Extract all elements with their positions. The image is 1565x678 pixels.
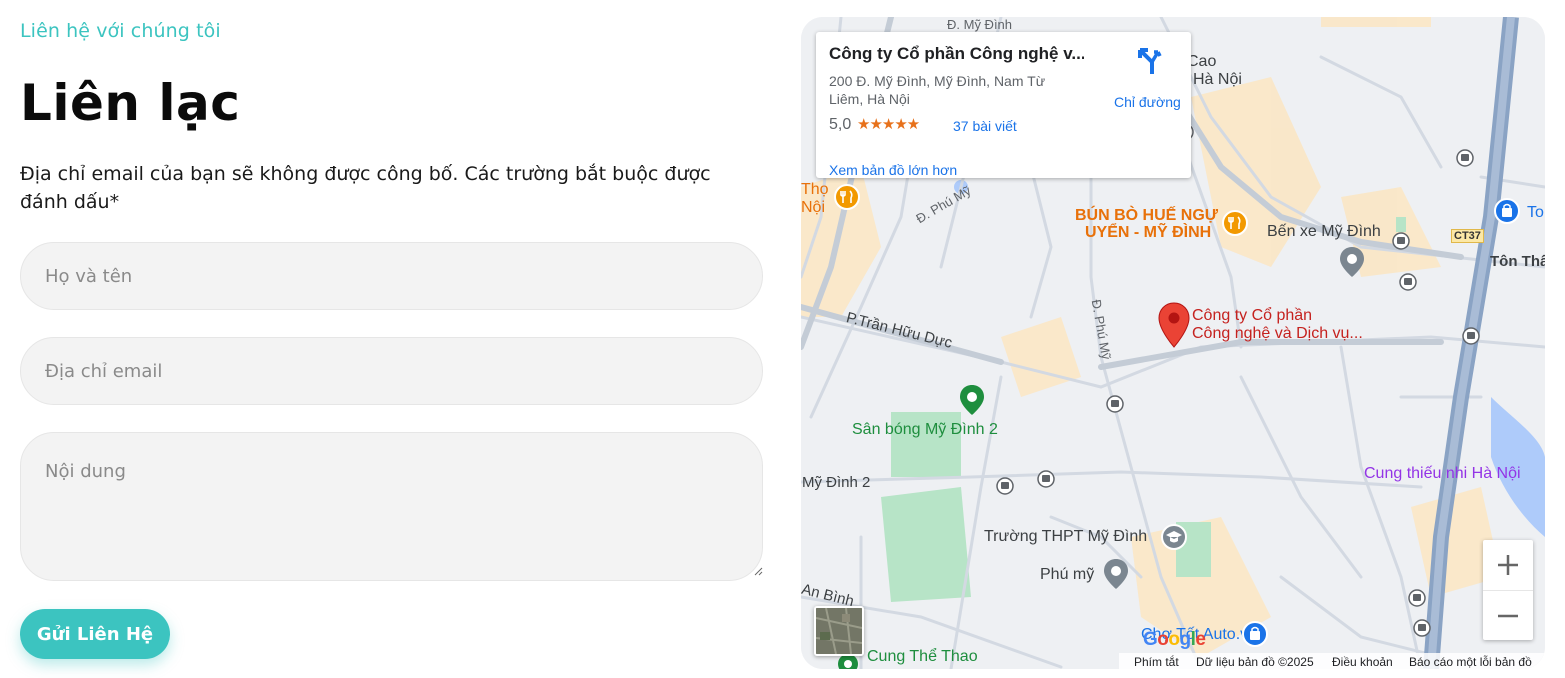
google-logo-letter: o: [1157, 629, 1169, 650]
map-label-cung-the-thao: Cung Thể Thao: [867, 648, 978, 665]
google-logo: Google: [1143, 629, 1206, 651]
location-pin-icon[interactable]: [1157, 301, 1191, 349]
google-logo-letter: e: [1195, 629, 1206, 650]
resize-grip-icon[interactable]: [753, 566, 763, 576]
bus-stop-icon[interactable]: [1462, 327, 1480, 345]
place-marker-icon[interactable]: [1338, 245, 1366, 279]
zoom-controls: [1483, 540, 1533, 640]
message-textarea[interactable]: [20, 432, 763, 581]
plus-icon: [1498, 555, 1518, 575]
map-label-my-dinh-street: Đ. Mỹ Đình: [947, 17, 1013, 32]
map-label-ct37: CT37: [1451, 229, 1484, 243]
directions-icon[interactable]: [1134, 46, 1164, 76]
zoom-in-button[interactable]: [1483, 540, 1533, 590]
place-rating: 5,0: [829, 116, 852, 133]
map-label-my-dinh-2: Mỹ Đình 2: [802, 474, 871, 491]
map-label-truong-thpt: Trường THPT Mỹ Đình: [984, 528, 1148, 545]
restaurant-marker-icon[interactable]: [833, 183, 861, 211]
terms-link[interactable]: Điều khoản: [1332, 655, 1393, 669]
bus-stop-icon[interactable]: [1392, 232, 1410, 250]
place-marker-icon[interactable]: [1102, 557, 1130, 591]
bus-stop-icon[interactable]: [996, 477, 1014, 495]
park-marker-icon[interactable]: [958, 383, 986, 417]
email-input[interactable]: [20, 337, 763, 405]
place-name: Công ty Cổ phần Công nghệ v...: [829, 44, 1084, 63]
satellite-thumbnail-icon: [816, 608, 862, 654]
map-label-cung-thieu-nhi: Cung thiếu nhi Hà Nội: [1364, 465, 1521, 482]
bus-stop-icon[interactable]: [1106, 395, 1124, 413]
view-larger-map-link[interactable]: Xem bản đồ lớn hơn: [829, 162, 957, 178]
google-logo-letter: o: [1168, 629, 1180, 650]
place-info-card[interactable]: Công ty Cổ phần Công nghệ v... 200 Đ. Mỹ…: [816, 32, 1191, 178]
restaurant-marker-icon[interactable]: [1221, 209, 1249, 237]
map-label-noi: Nội: [801, 199, 826, 216]
report-map-error-link[interactable]: Báo cáo một lỗi bản đồ: [1409, 655, 1532, 669]
map-label-cao: Cao: [1187, 53, 1217, 70]
map-label-ha-noi: Hà Nội: [1193, 71, 1242, 88]
map-label-company: Công ty Cổ phần: [1192, 307, 1313, 324]
bus-stop-icon[interactable]: [1413, 619, 1431, 637]
form-note: Địa chỉ email của bạn sẽ không được công…: [20, 163, 711, 213]
rating-stars-icon: ★★★★★: [857, 116, 920, 133]
map-data-credit: Dữ liệu bản đồ ©2025: [1196, 655, 1314, 669]
school-marker-icon[interactable]: [1160, 523, 1188, 551]
zoom-out-button[interactable]: [1483, 590, 1533, 640]
minus-icon: [1498, 614, 1518, 617]
map-label-san-bong: Sân bóng Mỹ Đình 2: [852, 421, 998, 438]
submit-button[interactable]: Gửi Liên Hệ: [20, 609, 170, 659]
map-label-company-2: Công nghệ và Dịch vụ...: [1192, 325, 1363, 342]
map-label-bun-bo-2: UYỂN - MỸ ĐÌNH: [1085, 224, 1212, 241]
map-label-ben-xe: Bến xe Mỹ Đình: [1267, 223, 1381, 240]
google-logo-letter: g: [1179, 629, 1192, 650]
name-input[interactable]: [20, 242, 763, 310]
map-attribution-bar: Phím tắt Dữ liệu bản đồ ©2025 Điều khoản…: [1119, 653, 1545, 669]
shopping-marker-icon[interactable]: [1241, 620, 1269, 648]
place-address: 200 Đ. Mỹ Đình, Mỹ Đình, Nam Từ Liêm, Hà…: [829, 73, 1046, 107]
bus-stop-icon[interactable]: [1456, 149, 1474, 167]
shopping-marker-icon[interactable]: [1493, 197, 1521, 225]
map-label-tho: Thọ: [801, 181, 829, 198]
keyboard-shortcuts-link[interactable]: Phím tắt: [1134, 655, 1179, 669]
embedded-map[interactable]: Đ. Mỹ Đình Cao Hà Nội Thọ Nội Đ. Phú Mỹ …: [801, 17, 1545, 669]
section-eyebrow: Liên hệ với chúng tôi: [20, 20, 221, 42]
satellite-toggle-button[interactable]: [814, 606, 864, 656]
reviews-link[interactable]: 37 bài viết: [953, 118, 1017, 134]
map-label-ton-that: Tôn Thấ: [1490, 253, 1545, 270]
bus-stop-icon[interactable]: [1037, 470, 1055, 488]
google-logo-letter: G: [1143, 629, 1158, 650]
map-label-to: To: [1527, 204, 1544, 221]
map-label-bun-bo: BÚN BÒ HUẾ NGỰ: [1075, 207, 1219, 224]
map-label-phu-my-area: Phú mỹ: [1040, 566, 1095, 583]
bus-stop-icon[interactable]: [1408, 589, 1426, 607]
page-title: Liên lạc: [20, 74, 241, 132]
bus-stop-icon[interactable]: [1399, 273, 1417, 291]
directions-link[interactable]: Chỉ đường: [1114, 94, 1181, 110]
